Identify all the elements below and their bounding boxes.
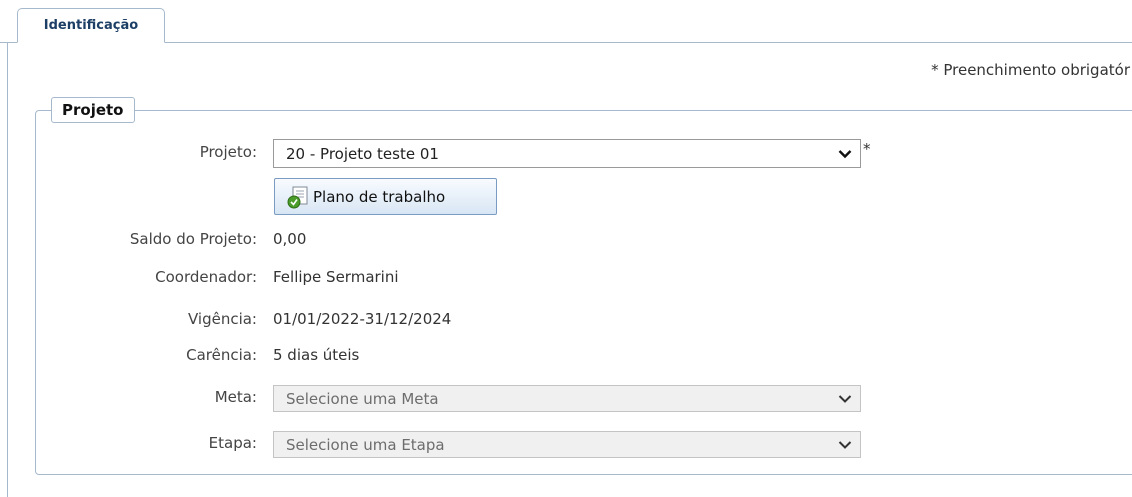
meta-select-placeholder: Selecione uma Meta bbox=[286, 389, 439, 408]
etapa-select-placeholder: Selecione uma Etapa bbox=[286, 435, 445, 454]
etapa-select[interactable]: Selecione uma Etapa bbox=[273, 431, 861, 458]
tab-bar: Identificação bbox=[0, 0, 1132, 44]
saldo-label: Saldo do Projeto: bbox=[129, 230, 257, 248]
meta-select[interactable]: Selecione uma Meta bbox=[273, 385, 861, 412]
projeto-label: Projeto: bbox=[199, 143, 257, 161]
saldo-value: 0,00 bbox=[273, 230, 307, 248]
required-fields-note: * Preenchimento obrigatór bbox=[931, 61, 1130, 79]
chevron-down-icon bbox=[834, 143, 856, 165]
required-asterisk: * bbox=[863, 140, 871, 158]
content-border bbox=[7, 42, 8, 497]
coordenador-value: Fellipe Sermarini bbox=[273, 268, 399, 286]
tab-divider bbox=[0, 42, 1132, 43]
plano-de-trabalho-button[interactable]: Plano de trabalho bbox=[274, 178, 497, 215]
tab-identificacao[interactable]: Identificação bbox=[17, 8, 165, 43]
projeto-select[interactable]: 20 - Projeto teste 01 bbox=[273, 139, 861, 168]
vigencia-label: Vigência: bbox=[187, 310, 257, 328]
carencia-value: 5 dias úteis bbox=[273, 346, 360, 364]
meta-label: Meta: bbox=[214, 388, 257, 406]
plano-de-trabalho-label: Plano de trabalho bbox=[313, 187, 446, 206]
etapa-label: Etapa: bbox=[208, 434, 257, 452]
carencia-label: Carência: bbox=[186, 346, 257, 364]
projeto-select-value: 20 - Projeto teste 01 bbox=[286, 144, 439, 163]
coordenador-label: Coordenador: bbox=[155, 268, 257, 286]
chevron-down-icon bbox=[834, 388, 856, 410]
document-check-icon bbox=[287, 185, 309, 209]
vigencia-value: 01/01/2022-31/12/2024 bbox=[273, 310, 452, 328]
projeto-legend: Projeto bbox=[51, 97, 135, 123]
chevron-down-icon bbox=[834, 434, 856, 456]
